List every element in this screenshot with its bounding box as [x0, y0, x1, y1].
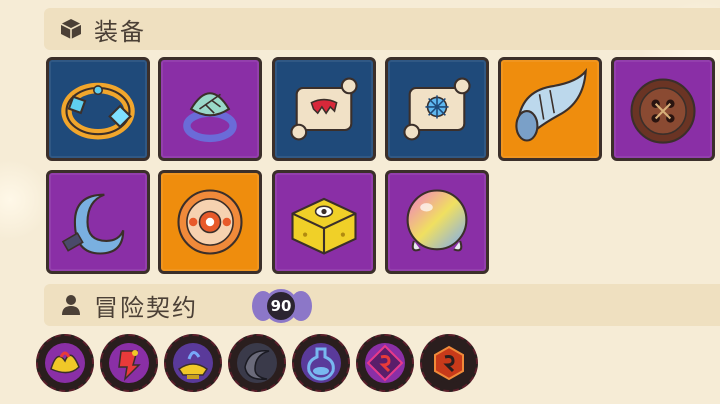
person-icon — [58, 292, 84, 318]
rainbow-orb-icon[interactable] — [385, 170, 489, 274]
contract-level: 90 — [264, 289, 298, 323]
gold-bracelet-icon[interactable] — [46, 57, 150, 161]
contracts-header: 冒险契约 — [44, 284, 720, 326]
blue-bottle-contract-icon[interactable] — [292, 334, 350, 392]
crescent-contract-icon[interactable] — [228, 334, 286, 392]
box-icon — [58, 16, 84, 42]
leaf-ring-icon[interactable] — [158, 57, 262, 161]
purple-rune-contract-icon[interactable] — [356, 334, 414, 392]
contract-level-badge: 90 — [250, 285, 314, 325]
button-icon[interactable] — [611, 57, 715, 161]
contracts-title: 冒险契约 — [94, 293, 198, 322]
horn-icon[interactable] — [498, 57, 602, 161]
gold-box-icon[interactable] — [272, 170, 376, 274]
scroll-red-icon[interactable] — [272, 57, 376, 161]
red-rune-contract-icon[interactable] — [100, 334, 158, 392]
fire-wing-contract-icon[interactable] — [36, 334, 94, 392]
red-hex-contract-icon[interactable] — [420, 334, 478, 392]
scroll-blue-icon[interactable] — [385, 57, 489, 161]
eye-disc-icon[interactable] — [158, 170, 262, 274]
equipment-header: 装备 — [44, 8, 720, 50]
lamp-contract-icon[interactable] — [164, 334, 222, 392]
equipment-title: 装备 — [94, 17, 146, 46]
hook-icon[interactable] — [46, 170, 150, 274]
